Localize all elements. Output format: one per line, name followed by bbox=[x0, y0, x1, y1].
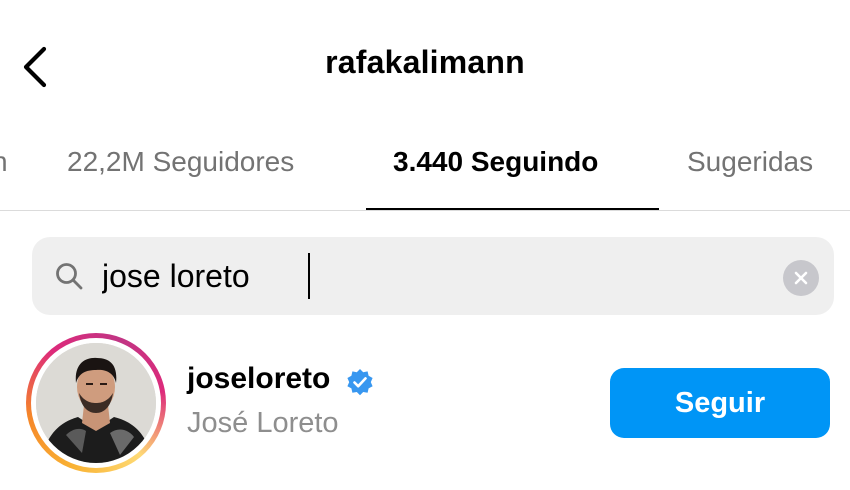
clear-icon bbox=[794, 271, 808, 285]
tab-seguidores[interactable]: 22,2M Seguidores bbox=[67, 146, 294, 178]
text-caret bbox=[308, 253, 310, 299]
page-title: rafakalimann bbox=[325, 44, 525, 80]
clear-search-button[interactable] bbox=[783, 260, 819, 296]
tab-sugeridas[interactable]: Sugeridas bbox=[687, 146, 813, 178]
active-tab-indicator bbox=[366, 208, 659, 210]
follow-button[interactable]: Seguir bbox=[610, 368, 830, 438]
top-navigation-bar: rafakalimann bbox=[0, 0, 850, 130]
avatar bbox=[36, 343, 156, 463]
tab-seguindo[interactable]: 3.440 Seguindo bbox=[393, 146, 598, 178]
result-full-name: José Loreto bbox=[187, 407, 339, 439]
tab-seguidores-mutuos[interactable]: n bbox=[0, 146, 8, 178]
avatar-story-ring[interactable] bbox=[26, 333, 166, 473]
search-bar[interactable] bbox=[32, 237, 834, 315]
verified-badge-icon bbox=[347, 369, 373, 396]
tab-bar: n 22,2M Seguidores 3.440 Seguindo Sugeri… bbox=[0, 130, 850, 211]
search-icon bbox=[56, 263, 83, 290]
result-username[interactable]: joseloreto bbox=[187, 362, 330, 396]
avatar-image bbox=[36, 343, 156, 463]
list-item[interactable]: joseloreto José Loreto Seguir bbox=[0, 325, 850, 475]
search-input[interactable] bbox=[102, 251, 782, 301]
